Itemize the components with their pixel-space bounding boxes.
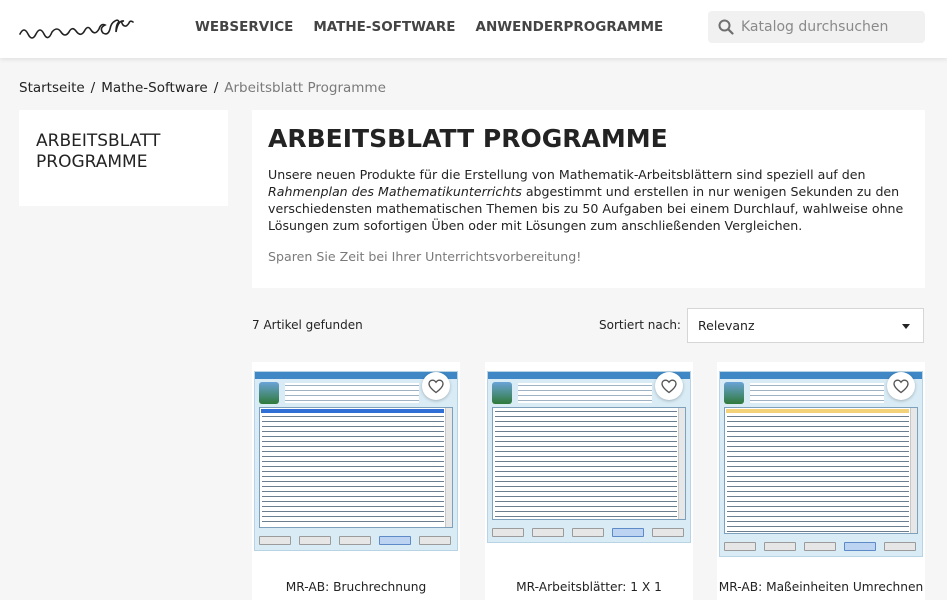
screenshot-list [259,407,453,528]
product-thumbnail[interactable] [254,371,458,551]
main-nav: WEBSERVICE MATHE-SOFTWARE ANWENDERPROGRA… [195,19,663,35]
screenshot-button [339,536,371,545]
category-description: Unsere neuen Produkte für die Erstellung… [268,166,916,234]
product-card[interactable]: MR-Arbeitsblätter: 1 X 1 [485,362,693,600]
screenshot-button [724,542,756,551]
screenshot-logo [724,382,744,404]
product-name[interactable]: MR-AB: Maßeinheiten Umrechnen [717,580,925,594]
nav-webservice[interactable]: WEBSERVICE [195,19,293,35]
product-count: 7 Artikel gefunden [252,318,363,332]
screenshot-button [259,536,291,545]
screenshot-button [419,536,451,545]
caret-down-icon [902,324,910,329]
screenshot-selection [726,409,909,413]
breadcrumb-home[interactable]: Startseite [19,80,85,96]
screenshot-button [652,528,684,537]
screenshot-header-text [285,383,419,403]
screenshot-button [299,536,331,545]
screenshot-button [532,528,564,537]
product-name[interactable]: MR-AB: Bruchrechnung [252,580,460,594]
screenshot-scrollbar [445,408,452,527]
screenshot-list-lines [727,409,909,532]
screenshot-scrollbar [678,408,685,519]
screenshot-button [804,542,836,551]
screenshot-button [379,536,411,545]
screenshot-list-lines [495,409,677,518]
category-description-emphasis: Rahmenplan des Mathematikunterrichts [268,184,522,199]
nav-anwenderprogramme[interactable]: ANWENDERPROGRAMME [476,19,664,35]
screenshot-list [492,407,686,520]
screenshot-button [572,528,604,537]
wishlist-button[interactable] [422,372,450,400]
screenshot-button [844,542,876,551]
nav-mathe-software[interactable]: MATHE-SOFTWARE [313,19,455,35]
heart-icon [893,378,909,393]
category-tagline: Sparen Sie Zeit bei Ihrer Unterrichtsvor… [268,249,582,264]
breadcrumb-mathe-software[interactable]: Mathe-Software [101,80,207,96]
screenshot-button [884,542,916,551]
heart-icon [428,378,444,393]
breadcrumb-separator: / [213,80,219,96]
sort-dropdown[interactable]: Relevanz [687,308,924,343]
screenshot-button [492,528,524,537]
product-card[interactable]: MR-AB: Bruchrechnung [252,362,460,600]
sidebar-category-block: ARBEITSBLATT PROGRAMME [19,110,228,206]
site-header: rumsoft WEBSERVICE MATHE-SOFTWARE ANWEND… [0,0,947,58]
category-header: ARBEITSBLATT PROGRAMME Unsere neuen Prod… [252,110,925,288]
screenshot-scrollbar [910,408,917,533]
sidebar-category-title[interactable]: ARBEITSBLATT PROGRAMME [36,131,216,173]
search-input[interactable] [741,11,921,43]
product-thumbnail[interactable] [719,371,923,557]
breadcrumb: Startseite / Mathe-Software / Arbeitsbla… [19,80,386,96]
screenshot-list [724,407,918,534]
screenshot-logo [492,382,512,404]
catalog-search [708,11,925,43]
sort-selected-value: Relevanz [698,318,755,333]
screenshot-button [612,528,644,537]
screenshot-selection [261,409,444,413]
screenshot-header-text [750,383,884,403]
breadcrumb-current: Arbeitsblatt Programme [224,80,386,96]
screenshot-list-lines [262,409,444,526]
sort-label: Sortiert nach: [599,318,681,332]
product-name[interactable]: MR-Arbeitsblätter: 1 X 1 [485,580,693,594]
wishlist-button[interactable] [655,372,683,400]
product-card[interactable]: MR-AB: Maßeinheiten Umrechnen [717,362,925,600]
category-description-text: Unsere neuen Produkte für die Erstellung… [268,167,866,182]
search-icon[interactable] [718,19,734,35]
breadcrumb-separator: / [90,80,96,96]
screenshot-button [764,542,796,551]
heart-icon [661,378,677,393]
page-title: ARBEITSBLATT PROGRAMME [268,124,668,153]
screenshot-header-text [518,383,652,403]
rumsoft-logo[interactable]: rumsoft [18,12,154,46]
screenshot-logo [259,382,279,404]
wishlist-button[interactable] [887,372,915,400]
